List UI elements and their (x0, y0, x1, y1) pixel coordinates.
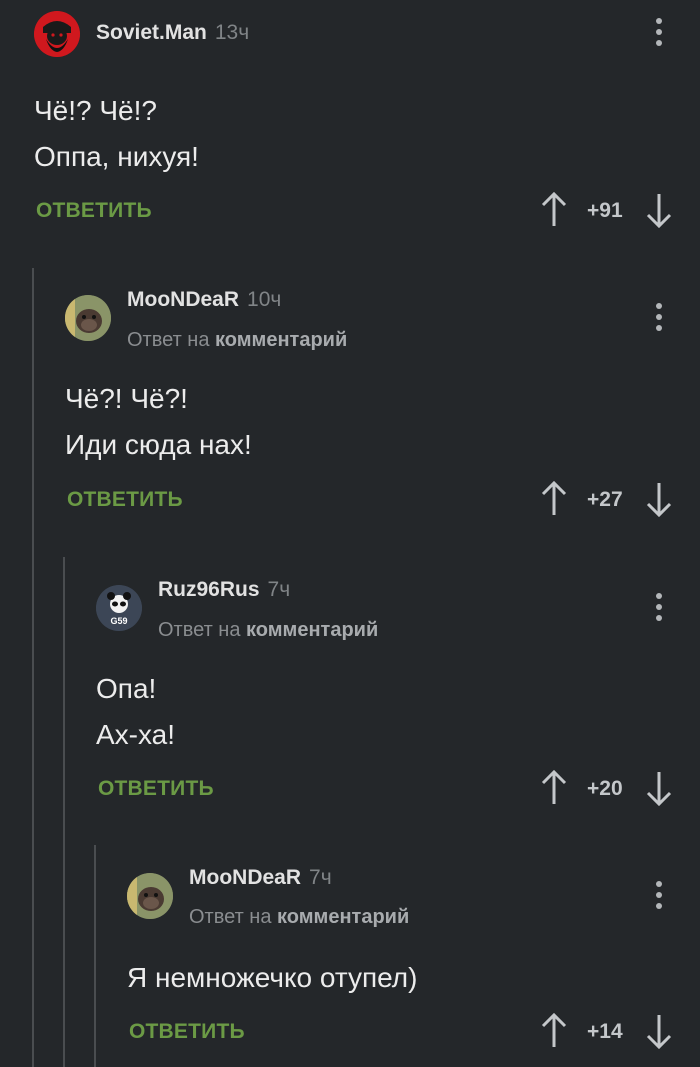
more-options-icon[interactable] (654, 303, 664, 333)
comment-moondear-1: MooNDeaR 10ч Ответ на комментарий Чё?! Чё… (0, 270, 700, 540)
comment-rating: +91 (587, 199, 623, 222)
vote-up-icon[interactable] (540, 770, 568, 806)
vote-up-icon[interactable] (540, 1013, 568, 1049)
reply-to-link[interactable]: комментарий (277, 906, 409, 928)
comment-time: 13ч (214, 21, 250, 44)
comment-moondear-2: MooNDeaR 7ч Ответ на комментарий Я немнож… (0, 848, 700, 1067)
reply-to-info: Ответ на комментарий (127, 329, 347, 352)
reply-to-link[interactable]: комментарий (215, 329, 347, 351)
comment-author[interactable]: MooNDeaR 10ч (127, 288, 281, 312)
comment-text-line: Иди сюда нах! (65, 429, 252, 460)
comment-text-line: Чё!? Чё!? (34, 95, 157, 126)
vote-up-icon[interactable] (540, 481, 568, 517)
author-name[interactable]: Ruz96Rus (158, 578, 260, 601)
reply-to-prefix: Ответ на (189, 906, 272, 928)
comment-rating: +14 (587, 1020, 623, 1043)
comment-text-line: Я немножечко отупел) (127, 962, 418, 993)
hamster-avatar-icon[interactable] (65, 295, 111, 341)
vote-down-icon[interactable] (645, 1013, 673, 1049)
more-options-icon[interactable] (654, 881, 664, 911)
comment-soviet-man: Soviet.Man 13ч Чё!? Чё!? Оппа, нихуя! ОТВ… (0, 0, 700, 250)
vote-up-icon[interactable] (540, 192, 568, 228)
reply-button[interactable]: ОТВЕТИТЬ (129, 1020, 245, 1044)
avatar-badge-text: G59 (110, 616, 127, 626)
vote-down-icon[interactable] (645, 481, 673, 517)
reply-to-info: Ответ на комментарий (189, 906, 409, 929)
comment-author[interactable]: Soviet.Man 13ч (96, 21, 249, 45)
comment-time: 7ч (267, 578, 291, 601)
comment-time: 10ч (247, 288, 282, 311)
author-name[interactable]: MooNDeaR (127, 288, 239, 311)
comment-text-line: Чё?! Чё?! (65, 383, 188, 414)
reply-button[interactable]: ОТВЕТИТЬ (36, 199, 152, 223)
comment-text-line: Опа! (96, 673, 157, 704)
comment-rating: +20 (587, 777, 623, 800)
hamster-avatar-icon[interactable] (127, 873, 173, 919)
author-name[interactable]: MooNDeaR (189, 866, 301, 889)
reply-button[interactable]: ОТВЕТИТЬ (98, 777, 214, 801)
comment-text-line: Оппа, нихуя! (34, 141, 199, 172)
bearded-man-avatar-icon[interactable] (34, 11, 80, 57)
reply-to-prefix: Ответ на (158, 619, 241, 641)
reply-to-info: Ответ на комментарий (158, 619, 378, 642)
comment-time: 7ч (309, 866, 332, 889)
comment-rating: +27 (587, 488, 623, 511)
comment-text-line: Ах-ха! (96, 719, 176, 750)
comment-ruz96rus: G59 Ruz96Rus 7ч Ответ на комментарий Опа!… (0, 560, 700, 830)
reply-to-link[interactable]: комментарий (246, 619, 378, 641)
reply-to-prefix: Ответ на (127, 329, 210, 351)
more-options-icon[interactable] (654, 593, 664, 623)
author-name[interactable]: Soviet.Man (96, 21, 207, 44)
vote-down-icon[interactable] (645, 192, 673, 228)
comment-author[interactable]: MooNDeaR 7ч (189, 866, 332, 890)
more-options-icon[interactable] (654, 18, 664, 48)
reply-button[interactable]: ОТВЕТИТЬ (67, 488, 183, 512)
panda-avatar-icon[interactable]: G59 (96, 585, 142, 631)
comment-author[interactable]: Ruz96Rus 7ч (158, 578, 290, 602)
vote-down-icon[interactable] (645, 770, 673, 806)
